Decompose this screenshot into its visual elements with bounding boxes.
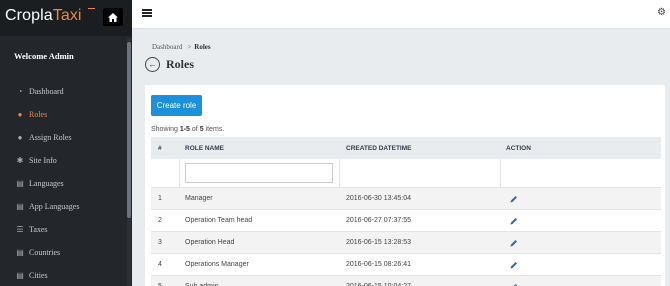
sidebar-item-label: Roles bbox=[29, 110, 48, 119]
back-button[interactable]: ← bbox=[145, 57, 160, 72]
sidebar-item-label: Dashboard bbox=[29, 87, 64, 96]
edit-pencil-icon[interactable] bbox=[510, 276, 518, 286]
summary-prefix: Showing bbox=[151, 126, 178, 133]
bank-icon: ▤ bbox=[16, 248, 24, 257]
row-number: 5 bbox=[158, 276, 162, 286]
bank-icon: ▤ bbox=[16, 271, 24, 280]
roles-table: # ROLE NAME CREATED DATETIME ACTION 1 Ma… bbox=[151, 137, 661, 286]
edit-pencil-icon[interactable] bbox=[510, 188, 518, 209]
sidebar-item-dashboard[interactable]: ◔ Dashboard bbox=[0, 80, 126, 103]
sidebar-item-label: Countries bbox=[29, 248, 61, 257]
sidebar-item-assign-roles[interactable]: ● Assign Roles bbox=[0, 126, 126, 149]
home-icon bbox=[108, 12, 118, 22]
users-icon: ● bbox=[17, 133, 23, 142]
role-name-filter-input[interactable] bbox=[185, 163, 333, 183]
users-icon: ● bbox=[17, 110, 23, 119]
list-icon: ☰ bbox=[16, 225, 24, 234]
column-header-role-name[interactable]: ROLE NAME bbox=[185, 137, 224, 159]
brand-bar: CroplaTaxi bbox=[0, 0, 132, 36]
sidebar-scrollbar-thumb[interactable] bbox=[127, 42, 131, 218]
roles-card: Create role Showing 1-5 of 5 items. # RO… bbox=[145, 85, 665, 286]
asterisk-icon: ✱ bbox=[16, 156, 24, 165]
role-name-cell: Manager bbox=[185, 195, 213, 202]
sidebar-nav: ◔ Dashboard ● Roles ● Assign Roles ✱ Site In… bbox=[0, 80, 126, 286]
sidebar-item-countries[interactable]: ▤ Countries bbox=[0, 241, 126, 264]
role-name-cell: Operation Team head bbox=[185, 217, 253, 224]
brand-logo[interactable]: CroplaTaxi bbox=[5, 7, 82, 25]
brand-name: Cropla bbox=[5, 7, 53, 24]
row-number: 2 bbox=[158, 217, 162, 224]
column-divider bbox=[339, 159, 340, 187]
summary-range: 1-5 bbox=[179, 126, 190, 133]
row-number: 3 bbox=[158, 239, 162, 246]
table-header-row: # ROLE NAME CREATED DATETIME ACTION bbox=[151, 137, 661, 159]
edit-pencil-icon[interactable] bbox=[510, 232, 518, 253]
summary-total: 5 bbox=[199, 126, 204, 133]
role-name-cell: Operations Manager bbox=[185, 261, 249, 268]
created-datetime-cell: 2016-06-30 13:45:04 bbox=[346, 195, 411, 202]
brand-mark-icon bbox=[88, 8, 95, 12]
table-row[interactable]: 2 Operation Team head 2016-06-27 07:37:5… bbox=[151, 210, 661, 232]
table-row[interactable]: 5 Sub admin 2016-06-15 10:04:27 bbox=[151, 276, 661, 286]
sidebar-item-site-info[interactable]: ✱ Site Info bbox=[0, 149, 126, 172]
sidebar: CroplaTaxi Welcome Admin ◔ Dashboard ● Rol… bbox=[0, 0, 132, 286]
summary-of: of bbox=[191, 126, 198, 133]
menu-toggle-icon[interactable] bbox=[142, 9, 152, 17]
breadcrumb-current: Roles bbox=[194, 43, 211, 51]
column-header-created-datetime[interactable]: CREATED DATETIME bbox=[346, 137, 411, 159]
home-button[interactable] bbox=[103, 8, 123, 26]
sidebar-item-label: Site Info bbox=[29, 156, 57, 165]
edit-pencil-icon[interactable] bbox=[510, 254, 518, 275]
created-datetime-cell: 2016-06-15 13:28:53 bbox=[346, 239, 411, 246]
sidebar-item-label: Languages bbox=[29, 179, 64, 188]
sidebar-item-taxes[interactable]: ☰ Taxes bbox=[0, 218, 126, 241]
sidebar-item-languages[interactable]: ▤ Languages bbox=[0, 172, 126, 195]
sidebar-item-label: Cities bbox=[29, 271, 48, 280]
sidebar-item-label: Taxes bbox=[29, 225, 48, 234]
table-summary: Showing 1-5 of 5 items. bbox=[151, 126, 224, 133]
table-row[interactable]: 4 Operations Manager 2016-06-15 08:26:41 bbox=[151, 254, 661, 276]
breadcrumb-separator: > bbox=[187, 43, 192, 51]
column-divider bbox=[500, 159, 501, 187]
row-number: 4 bbox=[158, 261, 162, 268]
sidebar-item-label: App Languages bbox=[29, 202, 80, 211]
page-title: Roles bbox=[166, 57, 194, 71]
tachometer-icon: ◔ bbox=[17, 87, 23, 96]
role-name-cell: Operation Head bbox=[185, 239, 235, 246]
table-row[interactable]: 1 Manager 2016-06-30 13:45:04 bbox=[151, 188, 661, 210]
breadcrumb-home[interactable]: Dashboard bbox=[152, 43, 182, 51]
row-number: 1 bbox=[158, 195, 162, 202]
column-header-number[interactable]: # bbox=[158, 137, 162, 159]
gear-icon[interactable]: ⚙ bbox=[657, 7, 666, 18]
edit-pencil-icon[interactable] bbox=[510, 210, 518, 231]
table-row[interactable]: 3 Operation Head 2016-06-15 13:28:53 bbox=[151, 232, 661, 254]
sidebar-item-roles[interactable]: ● Roles bbox=[0, 103, 126, 126]
sidebar-item-cities[interactable]: ▤ Cities bbox=[0, 264, 126, 286]
bank-icon: ▤ bbox=[16, 179, 24, 188]
brand-accent: Taxi bbox=[52, 7, 82, 24]
column-header-action: ACTION bbox=[506, 144, 531, 152]
arrow-left-icon: ← bbox=[148, 59, 157, 69]
role-name-cell: Sub admin bbox=[185, 276, 218, 286]
welcome-text: Welcome Admin bbox=[14, 51, 74, 61]
table-filter-row bbox=[151, 159, 661, 188]
created-datetime-cell: 2016-06-15 10:04:27 bbox=[346, 276, 411, 286]
column-divider bbox=[179, 159, 180, 187]
breadcrumb: Dashboard > Roles bbox=[152, 43, 211, 51]
created-datetime-cell: 2016-06-27 07:37:55 bbox=[346, 217, 411, 224]
top-bar: ⚙ bbox=[132, 0, 670, 29]
sidebar-item-app-languages[interactable]: ▤ App Languages bbox=[0, 195, 126, 218]
summary-suffix: items. bbox=[205, 126, 225, 133]
create-role-button[interactable]: Create role bbox=[151, 95, 202, 116]
bank-icon: ▤ bbox=[16, 202, 24, 211]
sidebar-item-label: Assign Roles bbox=[29, 133, 72, 142]
created-datetime-cell: 2016-06-15 08:26:41 bbox=[346, 261, 411, 268]
